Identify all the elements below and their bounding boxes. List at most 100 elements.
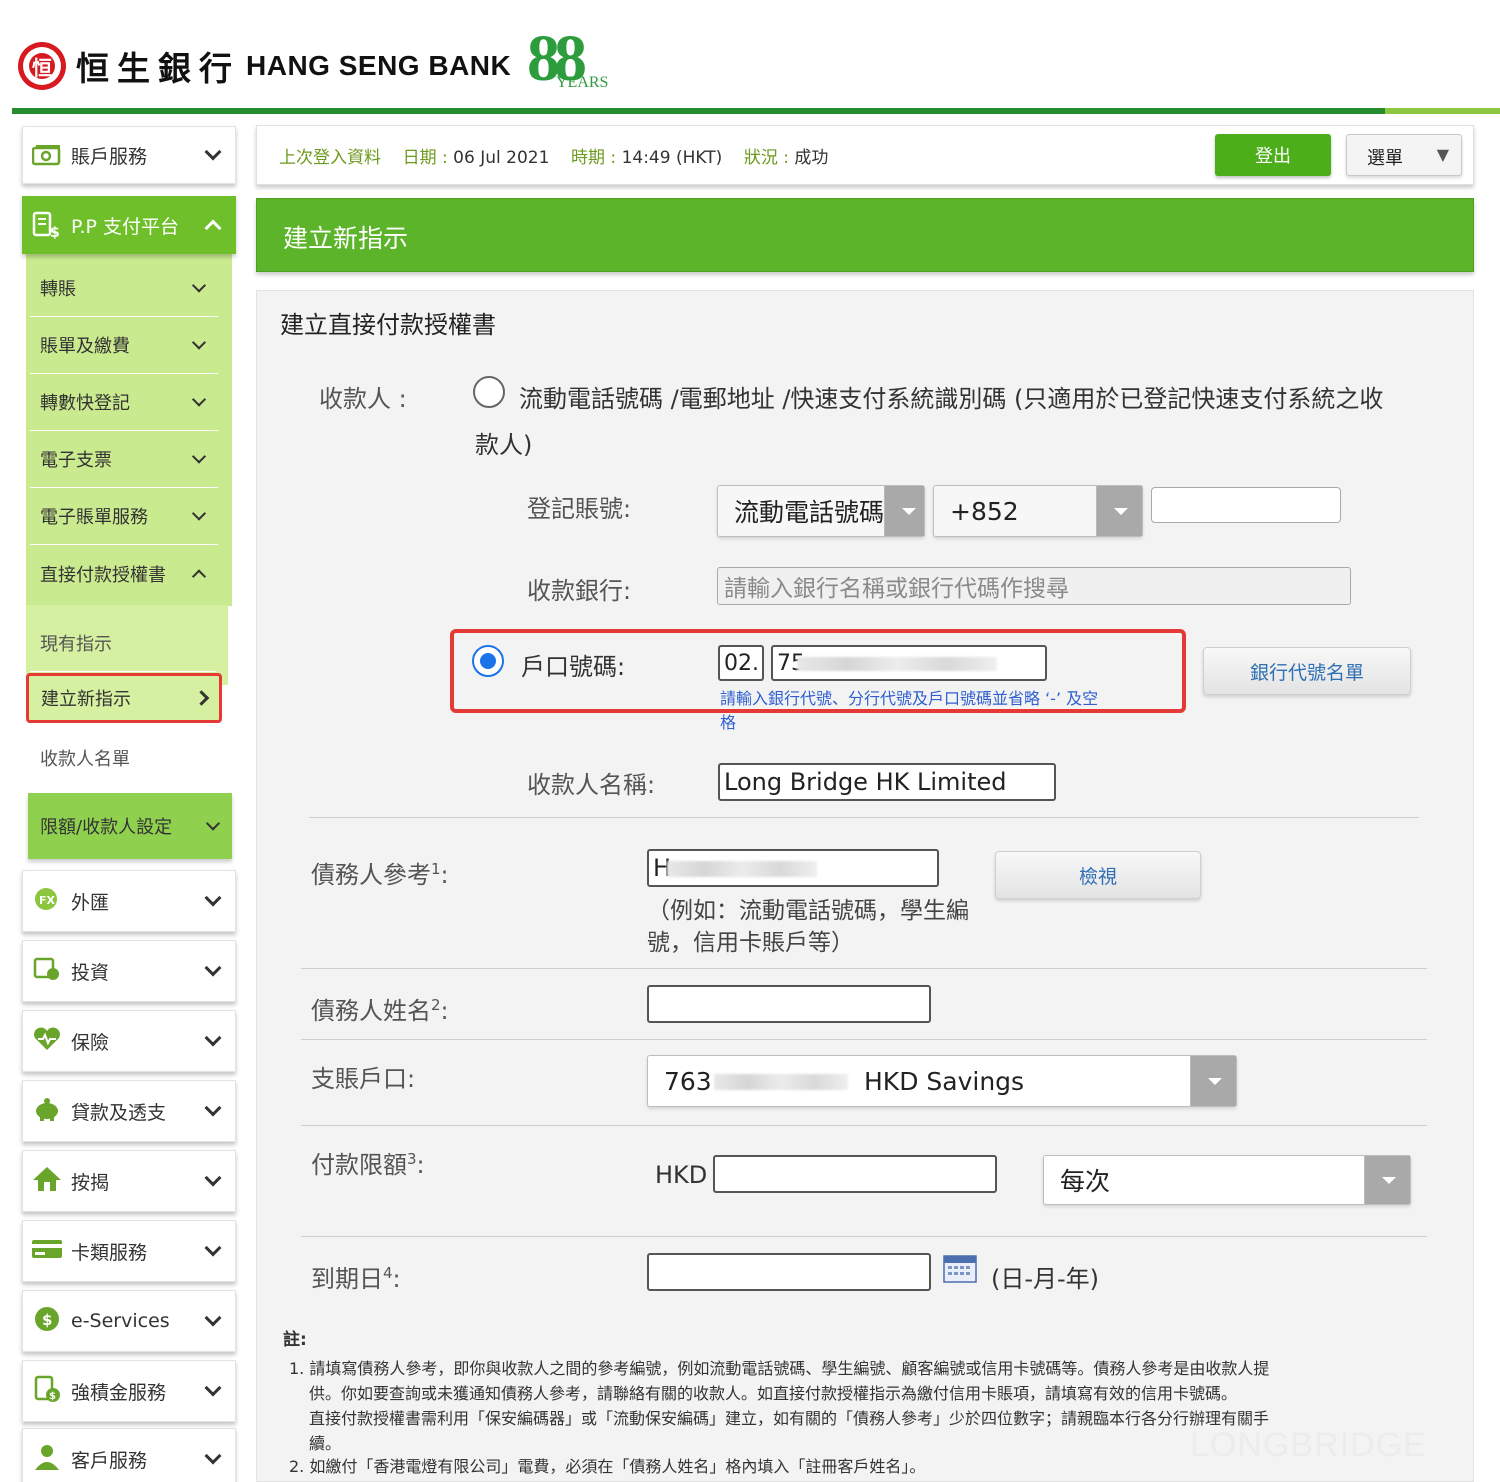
sidebar-item-label: P.P 支付平台	[71, 215, 180, 238]
footnote-marker: 4	[383, 1264, 393, 1282]
frequency-value: 每次	[1060, 1167, 1111, 1196]
sidebar-item-mpf[interactable]: $ 強積金服務	[22, 1360, 236, 1422]
chevron-down-icon	[204, 1447, 222, 1465]
sidebar-item-label: 外匯	[71, 891, 110, 914]
sidebar-item-account-services[interactable]: 賬戶服務	[22, 126, 236, 184]
anniversary-text: YEARS	[556, 74, 609, 91]
bank-code-list-button[interactable]: 銀行代號名單	[1203, 647, 1411, 695]
last-login-info: 上次登入資料 日期 : 06 Jul 2021 時期 : 14:49 (HKT)…	[279, 143, 828, 168]
mpf-icon: $	[31, 1375, 63, 1403]
logout-button[interactable]: 登出	[1215, 134, 1331, 176]
country-code-select[interactable]: +852	[933, 485, 1143, 537]
sidebar-item-mortgage[interactable]: 按揭	[22, 1150, 236, 1212]
view-button[interactable]: 檢視	[995, 851, 1201, 899]
status-value: 成功	[794, 148, 829, 168]
chevron-up-icon	[204, 219, 222, 237]
time-value: 14:49 (HKT)	[621, 148, 723, 168]
note-1-line2: 供。你如要查詢或未獲通知債務人參考，請聯絡有關的收款人。如直接付款授權指示為繳付…	[309, 1384, 1238, 1403]
sidebar-item-label: e-Services	[71, 1310, 170, 1332]
chevron-down-icon	[191, 449, 207, 464]
debit-account-prefix: 763	[664, 1066, 712, 1096]
caret-down-icon: ▼	[1436, 145, 1449, 164]
frequency-select[interactable]: 每次	[1043, 1155, 1411, 1205]
status-label: 狀況 :	[743, 148, 789, 168]
sidebar-item-customer-service[interactable]: 客戶服務	[22, 1428, 236, 1482]
sidebar-item-loans[interactable]: 貸款及透支	[22, 1080, 236, 1142]
header: 恒 恒生銀行 HANG SENG BANK 88 YEARS	[0, 0, 1500, 115]
submenu-item-label: 賬單及繳費	[40, 336, 130, 357]
payment-limit-label: 付款限額3:	[311, 1145, 425, 1180]
payment-limit-input[interactable]	[713, 1155, 997, 1193]
sidebar-item-pp-platform[interactable]: $ P.P 支付平台	[22, 196, 236, 254]
dropdown-arrow-icon	[1364, 1156, 1410, 1204]
sidebar-item-insurance[interactable]: 保險	[22, 1010, 236, 1072]
form-divider	[301, 1125, 1427, 1126]
bank-name-cn: 恒生銀行	[76, 49, 240, 88]
sidebar-item-limits[interactable]: 限額/收款人設定	[28, 793, 232, 859]
colon: :	[416, 1151, 425, 1179]
submenu-item-transfer[interactable]: 轉賬	[30, 260, 218, 317]
last-login-label: 上次登入資料	[279, 148, 381, 168]
menu-dropdown[interactable]: 選單 ▼	[1346, 134, 1462, 176]
submenu-item-payee-list[interactable]: 收款人名單	[30, 729, 216, 786]
payee-name-label: 收款人名稱:	[527, 771, 656, 799]
submenu-item-fps[interactable]: 轉數快登記	[30, 374, 218, 431]
submenu-item-label: 收款人名單	[40, 748, 130, 770]
submenu-item-existing-instructions[interactable]: 現有指示	[30, 615, 216, 672]
note-1-line4: 續。	[309, 1434, 342, 1453]
date-format-hint: (日-月-年)	[991, 1265, 1100, 1293]
submenu-item-bills[interactable]: 賬單及繳費	[30, 317, 218, 374]
debit-account-select[interactable]: 763 HKD Savings	[647, 1055, 1237, 1107]
submenu-item-dda[interactable]: 直接付款授權書	[30, 545, 218, 602]
payee-fps-radio[interactable]	[473, 376, 505, 408]
account-number-radio[interactable]	[472, 645, 504, 677]
id-type-select[interactable]: 流動電話號碼	[717, 485, 925, 537]
calendar-icon[interactable]	[943, 1253, 977, 1283]
debtor-name-text: 債務人姓名	[311, 997, 431, 1025]
registered-account-input[interactable]	[1151, 487, 1341, 523]
sidebar-item-label: 客戶服務	[71, 1449, 148, 1472]
submenu-item-create-instruction[interactable]: 建立新指示	[26, 673, 222, 723]
submenu-item-label: 建立新指示	[41, 689, 131, 710]
payee-fps-option-line1: 流動電話號碼 /電郵地址 /快速支付系統識別碼 (只適用於已登記快速支付系統之收	[519, 385, 1384, 413]
sidebar-item-eservices[interactable]: $ e-Services	[22, 1290, 236, 1352]
sidebar-item-investment[interactable]: 投資	[22, 940, 236, 1002]
date-value: 06 Jul 2021	[453, 148, 550, 168]
sidebar-item-label: 保險	[71, 1031, 110, 1054]
redacted-account-number	[797, 657, 997, 671]
account-number-label: 戶口號碼:	[521, 653, 626, 681]
submenu-item-label: 電子支票	[40, 450, 112, 471]
account-number-input[interactable]: 75	[771, 645, 1047, 681]
submenu-item-echeque[interactable]: 電子支票	[30, 431, 218, 488]
logo-mark-char: 恒	[32, 56, 52, 80]
debtor-reference-text: 債務人參考	[311, 861, 431, 889]
bank-code-input[interactable]: 02.	[718, 645, 764, 681]
debtor-reference-hint-line2: 號，信用卡賬戶等）	[647, 930, 854, 956]
sidebar-item-cards[interactable]: 卡類服務	[22, 1220, 236, 1282]
chevron-down-icon	[204, 143, 222, 161]
house-icon	[31, 1165, 63, 1193]
dropdown-arrow-icon	[1190, 1056, 1236, 1106]
chevron-down-icon	[204, 1379, 222, 1397]
note-1-line3: 直接付款授權書需利用「保安編碼器」或「流動保安編碼」建立，如有關的「債務人參考」…	[309, 1409, 1270, 1428]
expiry-date-input[interactable]	[647, 1253, 931, 1291]
payee-label: 收款人 :	[319, 385, 407, 413]
piggy-bank-icon	[31, 1095, 63, 1123]
country-code-value: +852	[950, 496, 1019, 526]
sidebar-item-fx[interactable]: FX 外匯	[22, 870, 236, 932]
footnote-marker: 3	[407, 1150, 417, 1168]
registered-account-label: 登記賬號:	[527, 495, 632, 523]
dropdown-arrow-icon	[884, 486, 924, 536]
payee-name-input[interactable]: Long Bridge HK Limited	[718, 763, 1056, 801]
notes-title: 註:	[283, 1330, 307, 1350]
debtor-name-input[interactable]	[647, 985, 931, 1023]
debtor-reference-input[interactable]: H	[647, 849, 939, 887]
chevron-down-icon	[204, 959, 222, 977]
sidebar-item-label: 賬戶服務	[71, 145, 148, 168]
bank-logo-icon: 恒	[18, 42, 66, 90]
submenu-item-ebill[interactable]: 電子賬單服務	[30, 488, 218, 545]
payment-limit-text: 付款限額	[311, 1151, 407, 1179]
debtor-name-label: 債務人姓名2:	[311, 991, 449, 1026]
payee-bank-input[interactable]: 請輸入銀行名稱或銀行代碼作搜尋	[717, 567, 1351, 605]
svg-text:$: $	[49, 1391, 56, 1402]
